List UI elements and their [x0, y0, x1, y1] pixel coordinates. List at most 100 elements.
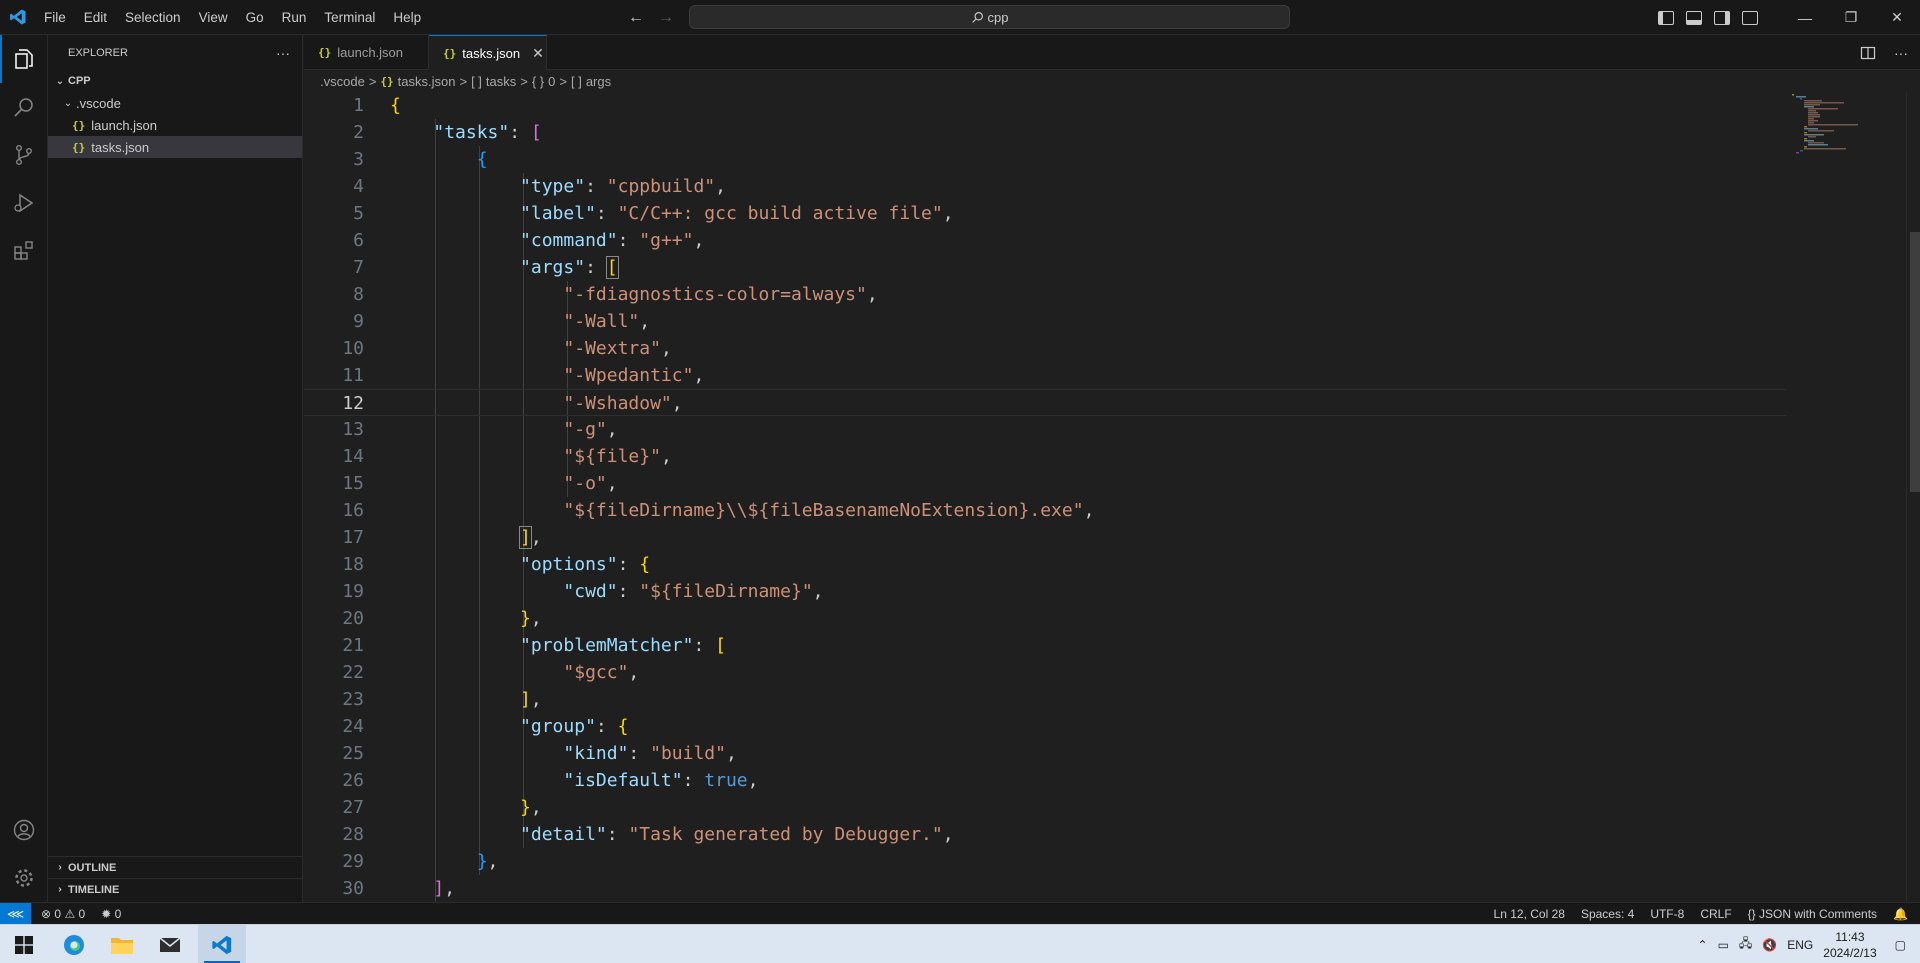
code-line[interactable]: 14 "${file}",	[304, 443, 1786, 470]
code-line[interactable]: 28 "detail": "Task generated by Debugger…	[304, 821, 1786, 848]
manage-gear-icon[interactable]	[0, 854, 48, 902]
close-window-button[interactable]: ✕	[1874, 0, 1920, 35]
code-line[interactable]: 15 "-o",	[304, 470, 1786, 497]
code-line[interactable]: 10 "-Wextra",	[304, 335, 1786, 362]
code-line[interactable]: 25 "kind": "build",	[304, 740, 1786, 767]
code-line[interactable]: 24 "group": {	[304, 713, 1786, 740]
menu-view[interactable]: View	[190, 0, 237, 35]
source-control-icon[interactable]	[0, 131, 48, 179]
code-line[interactable]: 30 ],	[304, 875, 1786, 902]
toggle-panel-icon[interactable]	[1686, 10, 1702, 25]
menu-file[interactable]: File	[35, 0, 75, 35]
code-line[interactable]: 23 ],	[304, 686, 1786, 713]
code-line[interactable]: 18 "options": {	[304, 551, 1786, 578]
timeline-section[interactable]: › TIMELINE	[48, 878, 303, 900]
code-text: "-Wextra",	[390, 335, 671, 362]
tree-file-launch[interactable]: {} launch.json	[48, 114, 302, 136]
network-icon[interactable]: 🖧	[1739, 934, 1752, 955]
run-debug-icon[interactable]	[0, 179, 48, 227]
breadcrumb-folder[interactable]: .vscode	[320, 74, 365, 89]
code-line[interactable]: 20 },	[304, 605, 1786, 632]
back-arrow-icon[interactable]: ←	[628, 9, 644, 27]
customize-layout-icon[interactable]	[1742, 10, 1758, 25]
toggle-primary-sidebar-icon[interactable]	[1658, 10, 1674, 25]
code-line[interactable]: 13 "-g",	[304, 416, 1786, 443]
tab-launch-json[interactable]: {} launch.json	[304, 35, 429, 70]
code-line[interactable]: 9 "-Wall",	[304, 308, 1786, 335]
tree-root-cpp[interactable]: ⌄ CPP	[48, 70, 302, 92]
explorer-icon[interactable]	[0, 35, 48, 83]
minimap[interactable]	[1790, 92, 1900, 902]
vscode-taskbar-icon[interactable]	[198, 925, 246, 963]
cursor-position[interactable]: Ln 12, Col 28	[1494, 907, 1565, 921]
code-line[interactable]: 22 "$gcc",	[304, 659, 1786, 686]
tree-folder-vscode[interactable]: ⌄ .vscode	[48, 92, 302, 114]
code-line[interactable]: 6 "command": "g++",	[304, 227, 1786, 254]
menu-go[interactable]: Go	[237, 0, 273, 35]
toggle-secondary-sidebar-icon[interactable]	[1714, 10, 1730, 25]
end-of-line[interactable]: CRLF	[1700, 907, 1731, 921]
language-mode[interactable]: {} JSON with Comments	[1748, 907, 1877, 921]
indentation[interactable]: Spaces: 4	[1581, 907, 1634, 921]
code-line[interactable]: 5 "label": "C/C++: gcc build active file…	[304, 200, 1786, 227]
menu-terminal[interactable]: Terminal	[315, 0, 384, 35]
volume-muted-icon[interactable]: 🔇	[1762, 938, 1777, 952]
input-language[interactable]: ENG	[1787, 938, 1813, 952]
more-actions-icon[interactable]: ···	[1894, 45, 1908, 61]
command-center-search[interactable]: cpp	[689, 5, 1290, 29]
code-line[interactable]: 11 "-Wpedantic",	[304, 362, 1786, 389]
file-explorer-icon[interactable]	[98, 925, 146, 963]
code-line[interactable]: 12 "-Wshadow",	[304, 389, 1786, 416]
code-line[interactable]: 26 "isDefault": true,	[304, 767, 1786, 794]
breadcrumb-symbol-index[interactable]: 0	[548, 74, 555, 89]
code-line[interactable]: 2 "tasks": [	[304, 119, 1786, 146]
mail-icon[interactable]	[146, 925, 194, 963]
remote-indicator-icon[interactable]: ⋘	[0, 902, 31, 925]
battery-icon[interactable]: ▭	[1718, 938, 1729, 952]
extensions-icon[interactable]	[0, 227, 48, 275]
menu-run[interactable]: Run	[273, 0, 316, 35]
edge-browser-icon[interactable]	[50, 925, 98, 963]
encoding[interactable]: UTF-8	[1650, 907, 1684, 921]
breadcrumb-symbol-args[interactable]: args	[586, 74, 611, 89]
code-line[interactable]: 1{	[304, 92, 1786, 119]
problems-status[interactable]: ⊗ 0 ⚠ 0	[41, 907, 85, 921]
menu-selection[interactable]: Selection	[116, 0, 190, 35]
scrollbar-thumb[interactable]	[1910, 232, 1920, 492]
menu-help[interactable]: Help	[384, 0, 430, 35]
close-tab-icon[interactable]: ✕	[532, 45, 544, 62]
breadcrumb-file[interactable]: tasks.json	[398, 74, 456, 89]
search-sidebar-icon[interactable]	[0, 83, 48, 131]
tab-tasks-json[interactable]: {} tasks.json ✕	[429, 35, 547, 71]
ports-status[interactable]: ✹ 0	[101, 907, 121, 921]
code-line[interactable]: 8 "-fdiagnostics-color=always",	[304, 281, 1786, 308]
more-actions-icon[interactable]: ···	[276, 45, 290, 61]
code-line[interactable]: 7 "args": [	[304, 254, 1786, 281]
breadcrumb-symbol-tasks[interactable]: tasks	[486, 74, 516, 89]
code-line[interactable]: 4 "type": "cppbuild",	[304, 173, 1786, 200]
chevron-up-icon[interactable]: ⌃	[1698, 938, 1708, 952]
notifications-bell-icon[interactable]: 🔔	[1893, 907, 1908, 921]
code-line[interactable]: 21 "problemMatcher": [	[304, 632, 1786, 659]
code-line[interactable]: 17 ],	[304, 524, 1786, 551]
restore-button[interactable]: ❐	[1828, 0, 1874, 35]
windows-start-icon[interactable]	[0, 925, 48, 963]
code-line[interactable]: 16 "${fileDirname}\\${fileBasenameNoExte…	[304, 497, 1786, 524]
code-editor[interactable]: 1{2 "tasks": [3 {4 "type": "cppbuild", 5 …	[304, 92, 1920, 902]
tree-file-tasks[interactable]: {} tasks.json	[48, 136, 302, 158]
forward-arrow-icon[interactable]: →	[658, 9, 674, 27]
clock[interactable]: 11:43 2024/2/13	[1823, 929, 1876, 961]
minimize-button[interactable]: —	[1782, 0, 1828, 35]
editor-scrollbar[interactable]	[1906, 92, 1920, 902]
outline-section[interactable]: › OUTLINE	[48, 856, 303, 878]
code-text: "group": {	[390, 713, 628, 740]
menu-edit[interactable]: Edit	[75, 0, 116, 35]
code-line[interactable]: 27 },	[304, 794, 1786, 821]
code-token: :	[595, 203, 618, 224]
code-line[interactable]: 29 },	[304, 848, 1786, 875]
code-line[interactable]: 3 {	[304, 146, 1786, 173]
accounts-icon[interactable]	[0, 806, 48, 854]
split-editor-icon[interactable]	[1860, 45, 1876, 61]
notification-icon[interactable]: ▢	[1895, 938, 1906, 952]
code-line[interactable]: 19 "cwd": "${fileDirname}",	[304, 578, 1786, 605]
